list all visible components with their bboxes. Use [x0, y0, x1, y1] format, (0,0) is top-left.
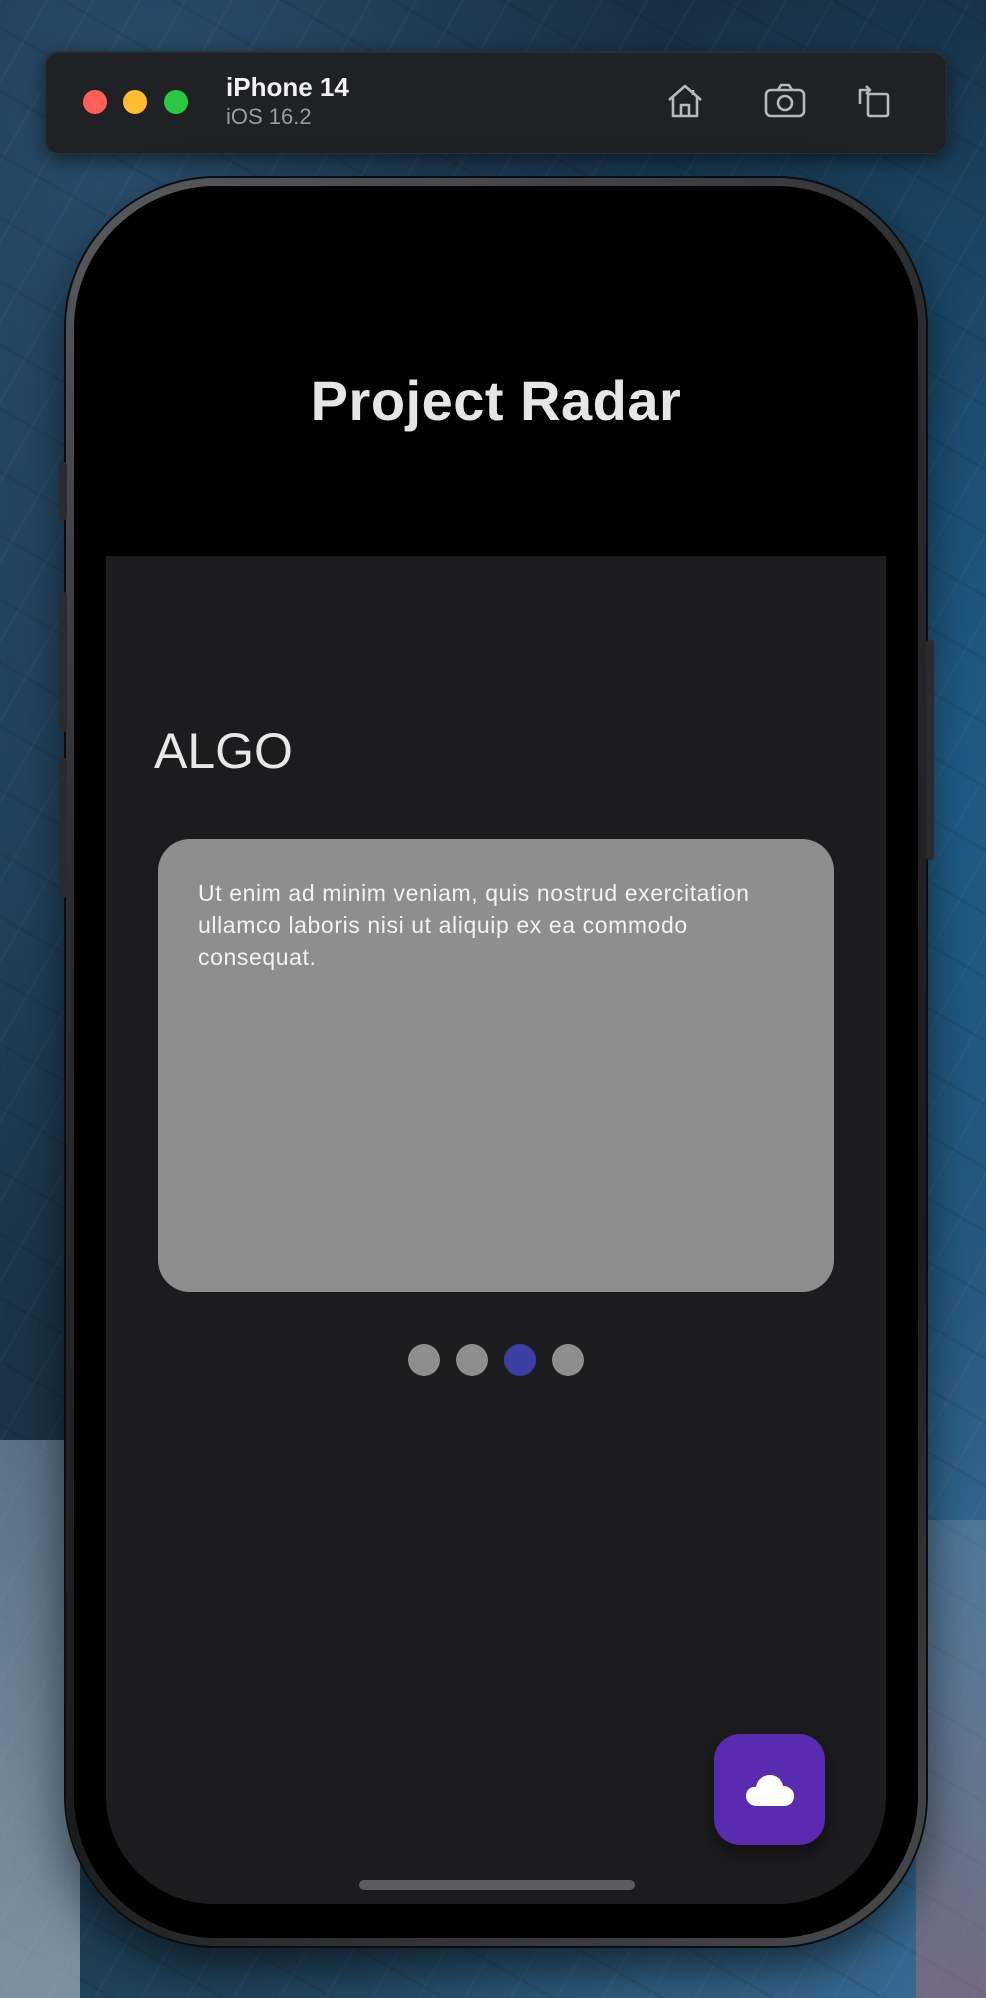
content-card[interactable]: Ut enim ad minim veniam, quis nostrud ex… — [158, 839, 834, 1292]
power-button — [926, 640, 934, 860]
card-text: Ut enim ad minim veniam, quis nostrud ex… — [198, 880, 750, 970]
screenshot-icon[interactable] — [762, 78, 808, 124]
page-dot[interactable] — [456, 1344, 488, 1376]
cloud-icon — [745, 1774, 794, 1806]
close-window-button[interactable] — [83, 90, 107, 114]
rotate-icon[interactable] — [852, 78, 898, 124]
home-indicator[interactable] — [359, 1880, 635, 1890]
section-title: ALGO — [154, 723, 293, 779]
cloud-action-button[interactable] — [714, 1734, 825, 1845]
volume-up-button — [59, 592, 67, 732]
home-icon[interactable] — [662, 78, 708, 124]
page-dot[interactable] — [408, 1344, 440, 1376]
volume-down-button — [59, 758, 67, 898]
app-header: Project Radar — [106, 220, 886, 556]
app-title: Project Radar — [310, 369, 682, 432]
device-name: iPhone 14 — [226, 72, 349, 102]
page-indicator — [106, 1344, 886, 1376]
minimize-window-button[interactable] — [123, 90, 147, 114]
mute-switch — [59, 462, 67, 520]
wallpaper-detail-right — [916, 1520, 986, 1998]
app-screen: Project Radar ALGO Ut enim ad minim veni… — [106, 220, 886, 1904]
page-dot-active[interactable] — [504, 1344, 536, 1376]
page-dot[interactable] — [552, 1344, 584, 1376]
device-os-version: iOS 16.2 — [226, 104, 312, 129]
zoom-window-button[interactable] — [164, 90, 188, 114]
